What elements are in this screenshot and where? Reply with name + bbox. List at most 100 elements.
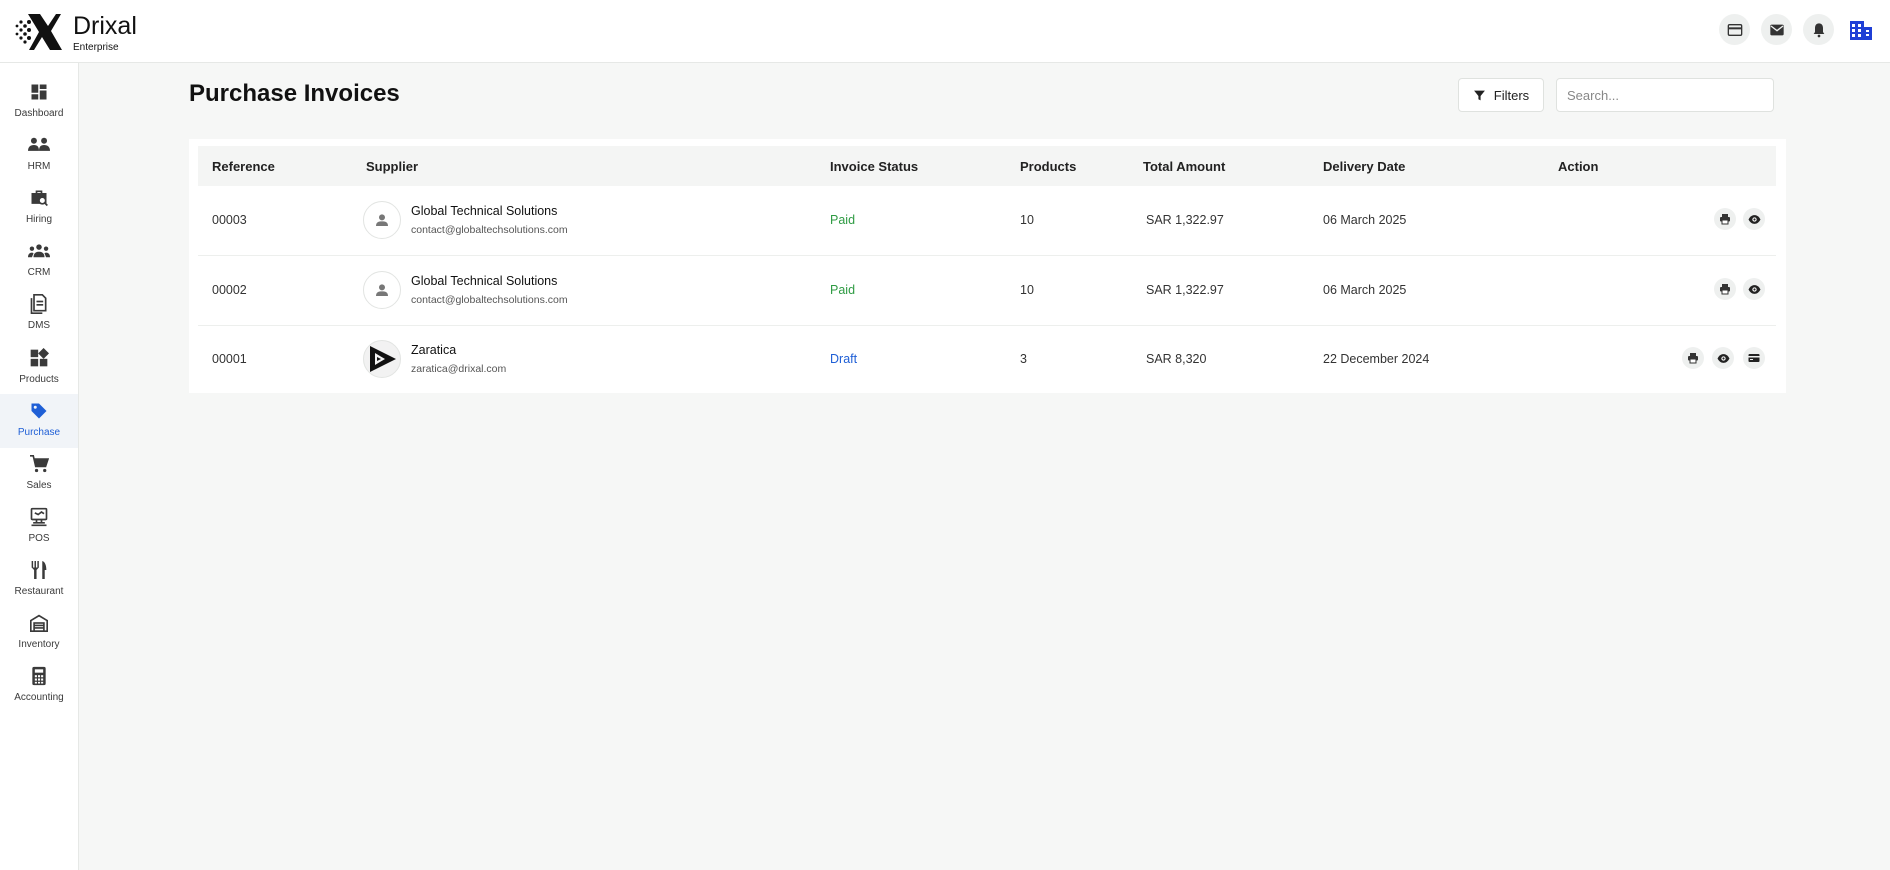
sidebar-item-label: Restaurant: [14, 586, 64, 597]
sidebar-item-label: Sales: [26, 480, 52, 491]
table-row[interactable]: 00001 Zaratica zaratica@drixal.com Draft…: [198, 326, 1776, 396]
supplier-logo: [363, 340, 401, 378]
table-row[interactable]: 00002 Global Technical Solutions contact…: [198, 256, 1776, 326]
app-edition: Enterprise: [73, 42, 119, 53]
warehouse-icon: [29, 614, 48, 632]
sidebar-item-label: Products: [19, 374, 59, 385]
drixal-logo-icon: [15, 14, 62, 50]
supplier-email: contact@globaltechsolutions.com: [411, 224, 568, 236]
delivery-date: 06 March 2025: [1323, 213, 1407, 227]
sidebar-item-accounting[interactable]: Accounting: [0, 661, 78, 711]
column-header-invoice-status[interactable]: Invoice Status: [830, 159, 918, 174]
status-badge: Paid: [830, 283, 856, 297]
products-count: 3: [1020, 352, 1027, 366]
sidebar-item-crm[interactable]: CRM: [0, 236, 78, 286]
print-button[interactable]: [1714, 278, 1736, 300]
status-badge: Draft: [830, 352, 858, 366]
sidebar-item-sales[interactable]: Sales: [0, 449, 78, 499]
invoice-reference: 00001: [212, 352, 247, 366]
supplier-avatar: [363, 201, 401, 239]
dashboard-icon: [31, 84, 47, 100]
person-icon: [376, 284, 388, 296]
page-title: Purchase Invoices: [189, 80, 400, 107]
total-amount: SAR 1,322.97: [1146, 213, 1224, 227]
briefcase-search-icon: [31, 190, 48, 207]
payment-icon: [1748, 354, 1760, 362]
supplier-avatar: [363, 271, 401, 309]
invoice-reference: 00003: [212, 213, 247, 227]
supplier-name: Global Technical Solutions: [411, 204, 558, 218]
filters-label: Filters: [1493, 87, 1530, 103]
view-button[interactable]: [1743, 208, 1765, 230]
sidebar-item-hrm[interactable]: HRM: [0, 130, 78, 180]
sidebar-item-label: POS: [28, 533, 50, 544]
sidebar-item-pos[interactable]: POS: [0, 502, 78, 552]
filters-button[interactable]: Filters: [1458, 78, 1544, 112]
sidebar-item-label: HRM: [27, 161, 51, 172]
top-bar: Drixal Enterprise: [0, 0, 1890, 63]
bell-icon: [1813, 22, 1824, 37]
document-icon: [30, 294, 47, 314]
eye-icon: [1748, 284, 1760, 294]
tag-icon: [31, 403, 47, 419]
table-header: Reference Supplier Invoice Status Produc…: [198, 146, 1776, 186]
sidebar-item-label: Inventory: [18, 639, 60, 650]
total-amount: SAR 1,322.97: [1146, 283, 1224, 297]
view-button[interactable]: [1712, 347, 1734, 369]
payment-button[interactable]: [1743, 347, 1765, 369]
sidebar: Dashboard HRM Hiring CRM DMS Products Pu…: [0, 63, 79, 870]
company-button[interactable]: [1845, 14, 1876, 45]
messages-button[interactable]: [1761, 14, 1792, 45]
table-row[interactable]: 00003 Global Technical Solutions contact…: [198, 186, 1776, 256]
sidebar-item-dashboard[interactable]: Dashboard: [0, 77, 78, 127]
print-button[interactable]: [1682, 347, 1704, 369]
column-header-reference[interactable]: Reference: [212, 159, 275, 174]
notifications-button[interactable]: [1803, 14, 1834, 45]
card-button[interactable]: [1719, 14, 1750, 45]
mail-icon: [1769, 24, 1784, 35]
status-badge: Paid: [830, 213, 856, 227]
delivery-date: 22 December 2024: [1323, 352, 1430, 366]
group-icon: [28, 244, 50, 258]
products-count: 10: [1020, 283, 1034, 297]
products-count: 10: [1020, 213, 1034, 227]
sidebar-item-restaurant[interactable]: Restaurant: [0, 555, 78, 605]
search-input[interactable]: [1556, 78, 1774, 112]
eye-icon: [1748, 214, 1760, 224]
cart-icon: [29, 455, 49, 473]
zaratica-logo-icon: [370, 346, 396, 372]
person-icon: [376, 214, 388, 226]
sidebar-item-hiring[interactable]: Hiring: [0, 183, 78, 233]
column-header-action: Action: [1558, 159, 1599, 174]
view-button[interactable]: [1743, 278, 1765, 300]
sidebar-item-dms[interactable]: DMS: [0, 289, 78, 339]
sidebar-item-purchase[interactable]: Purchase: [0, 394, 78, 448]
app-name: Drixal: [73, 12, 137, 40]
utensils-icon: [31, 561, 47, 579]
sidebar-item-label: CRM: [27, 267, 51, 278]
supplier-email: contact@globaltechsolutions.com: [411, 294, 568, 306]
sidebar-item-products[interactable]: Products: [0, 343, 78, 393]
sidebar-item-label: Purchase: [17, 427, 61, 438]
column-header-total-amount[interactable]: Total Amount: [1143, 159, 1225, 174]
app-logo[interactable]: Drixal Enterprise: [14, 12, 137, 53]
print-button[interactable]: [1714, 208, 1736, 230]
column-header-products[interactable]: Products: [1020, 159, 1076, 174]
filter-icon: [1473, 90, 1485, 100]
column-header-supplier[interactable]: Supplier: [366, 159, 418, 174]
people-icon: [28, 137, 50, 151]
sidebar-item-inventory[interactable]: Inventory: [0, 608, 78, 658]
print-icon: [1720, 214, 1730, 225]
invoice-reference: 00002: [212, 283, 247, 297]
sidebar-item-label: Hiring: [25, 214, 53, 225]
delivery-date: 06 March 2025: [1323, 283, 1407, 297]
calculator-icon: [32, 666, 46, 686]
sidebar-item-label: DMS: [27, 320, 51, 331]
card-icon: [1727, 23, 1742, 36]
pos-terminal-icon: [30, 507, 48, 527]
print-icon: [1688, 353, 1698, 364]
supplier-name: Global Technical Solutions: [411, 274, 558, 288]
column-header-delivery-date[interactable]: Delivery Date: [1323, 159, 1405, 174]
total-amount: SAR 8,320: [1146, 352, 1207, 366]
eye-icon: [1717, 353, 1729, 363]
